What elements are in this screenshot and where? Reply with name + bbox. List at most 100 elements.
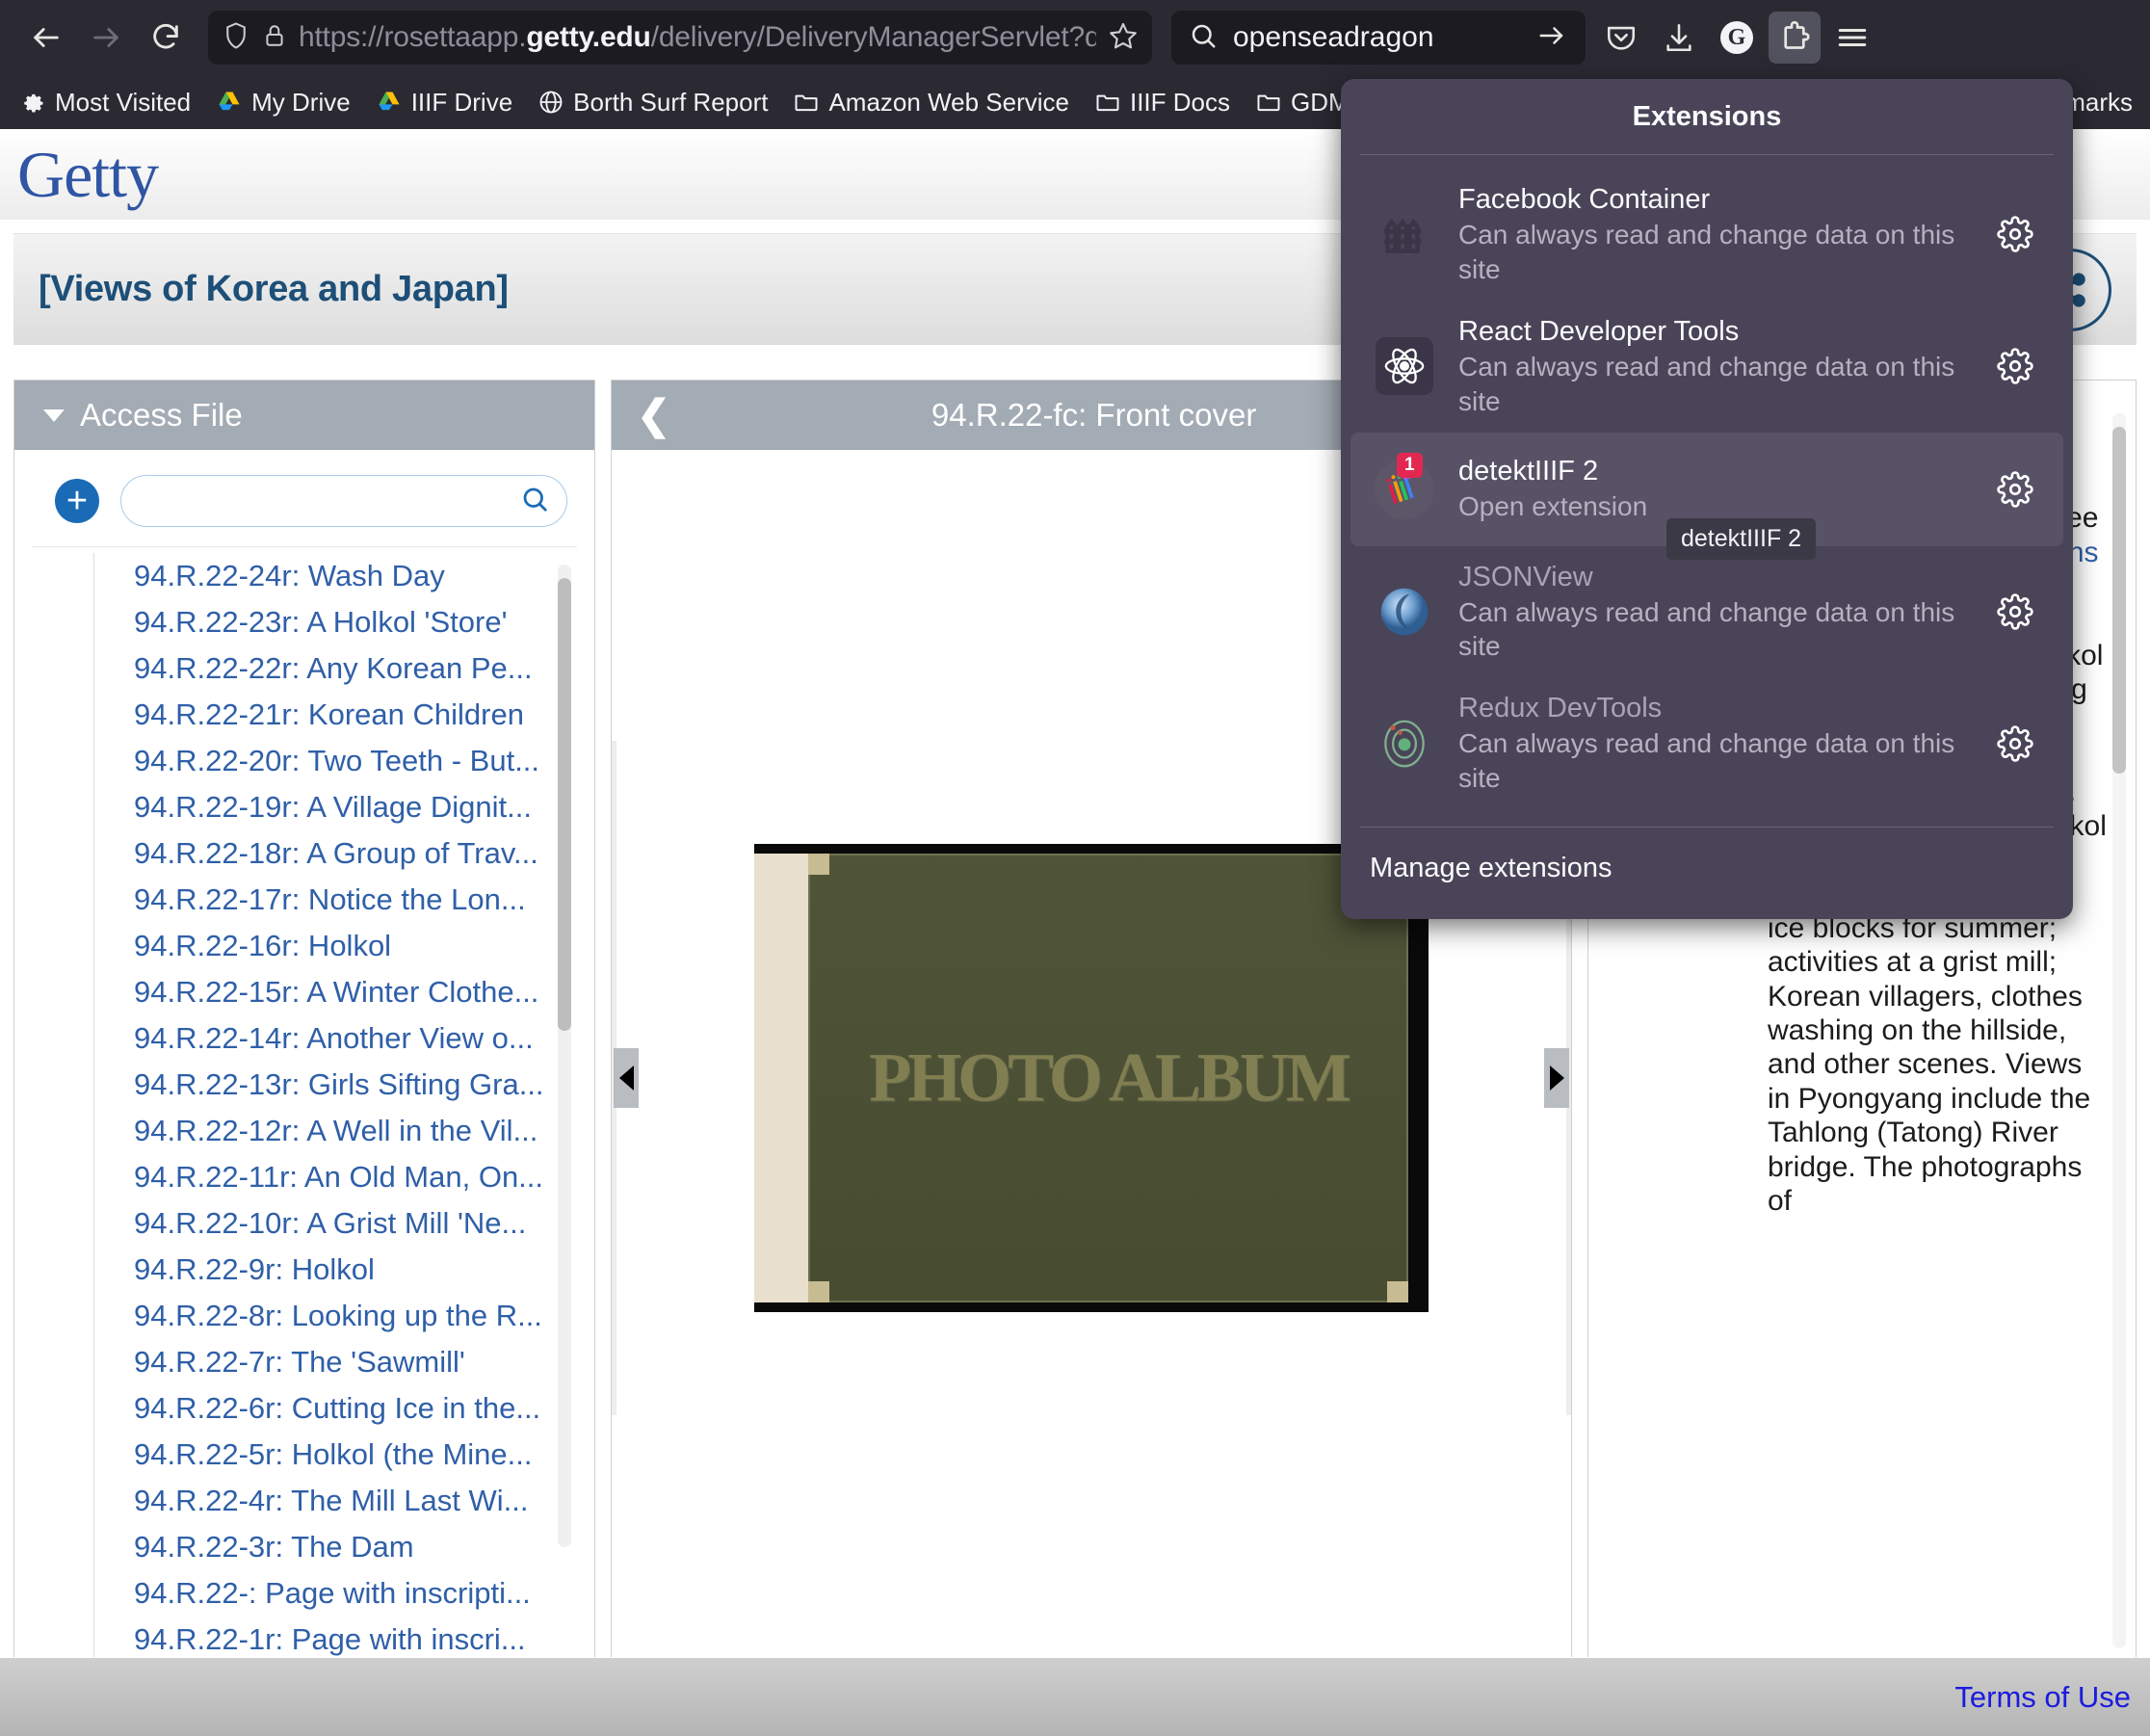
gear-icon [19,89,46,116]
back-button[interactable] [21,13,71,63]
tracking-shield-icon[interactable] [222,21,250,55]
file-list-item[interactable]: 94.R.22-6r: Cutting Ice in the... [32,1385,577,1432]
jsonview-icon [1372,579,1437,644]
search-icon[interactable] [520,485,549,518]
browser-window: https://rosettaapp.getty.edu/delivery/De… [0,0,2150,1736]
file-list-item[interactable]: 94.R.22-10r: A Grist Mill 'Ne... [32,1200,577,1247]
bookmark-amazon-web-service[interactable]: Amazon Web Service [793,88,1069,118]
file-search-input[interactable] [139,486,520,516]
extension-row-redux-orbit[interactable]: Redux DevTools Can always read and change… [1350,677,2063,809]
file-list-item[interactable]: 94.R.22-11r: An Old Man, On... [32,1154,577,1200]
file-list-item[interactable]: 94.R.22-8r: Looking up the R... [32,1293,577,1339]
extension-name: JSONView [1458,561,1593,592]
gear-icon[interactable] [1988,724,2042,762]
page-title: [Views of Korea and Japan] [39,269,509,309]
extension-row-jsonview[interactable]: JSONView Can always read and change data … [1350,546,2063,678]
getty-logo[interactable]: Getty [17,142,159,207]
search-bar[interactable]: openseadragon [1171,11,1586,65]
file-search-input-wrapper[interactable] [120,475,567,527]
hamburger-menu-icon[interactable] [1826,12,1878,64]
file-list-scrollbar-thumb[interactable] [558,578,571,1031]
bookmark-iiif-docs[interactable]: IIIF Docs [1094,88,1230,118]
bookmark-label: Most Visited [55,87,192,117]
file-list-item[interactable]: 94.R.22-3r: The Dam [32,1524,577,1570]
file-list-item[interactable]: 94.R.22-19r: A Village Dignit... [32,784,577,830]
bookmark-label: IIIF Docs [1129,87,1230,117]
file-list-item[interactable]: 94.R.22-20r: Two Teeth - But... [32,738,577,784]
manage-extensions-button[interactable]: Manage extensions [1341,828,2073,909]
file-list-item[interactable]: 94.R.22-22r: Any Korean Pe... [32,645,577,692]
openseadragon-viewer[interactable]: PHOTO ALBUM [754,844,1429,1312]
file-list-item[interactable]: 94.R.22-9r: Holkol [32,1247,577,1293]
extension-description: Can always read and change data on this … [1458,728,1955,794]
album-cover-caption: PHOTO ALBUM [869,1039,1351,1117]
file-list-scrollbar[interactable] [558,565,571,1547]
access-file-title: Access File [80,397,243,433]
extension-name: Redux DevTools [1458,693,1663,724]
file-list[interactable]: 94.R.22-24r: Wash Day 94.R.22-23r: A Holk… [32,546,577,1693]
bookmark-iiif-drive[interactable]: IIIF Drive [376,88,512,118]
file-list-item[interactable]: 94.R.22-18r: A Group of Trav... [32,830,577,877]
access-file-header[interactable]: Access File [14,381,594,450]
metadata-scrollbar-thumb[interactable] [2112,427,2126,774]
add-file-button[interactable]: + [55,479,99,523]
file-search-row: + [14,450,594,546]
lock-icon[interactable] [262,21,287,55]
file-list-item[interactable]: 94.R.22-13r: Girls Sifting Gra... [32,1062,577,1108]
file-list-item[interactable]: 94.R.22-5r: Holkol (the Mine... [32,1432,577,1478]
file-list-item[interactable]: 94.R.22-4r: The Mill Last Wi... [32,1478,577,1524]
file-list-item[interactable]: 94.R.22-17r: Notice the Lon... [32,877,577,923]
extension-name: detektIIIF 2 [1458,456,1599,487]
extensions-puzzle-icon[interactable] [1769,12,1821,64]
file-list-item[interactable]: 94.R.22-12r: A Well in the Vil... [32,1108,577,1154]
reload-button[interactable] [141,13,191,63]
google-drive-icon [216,89,243,116]
extensions-panel-title: Extensions [1632,100,1782,132]
extension-name: React Developer Tools [1458,315,1740,347]
gear-icon[interactable] [1988,216,2042,253]
chevron-down-icon[interactable] [43,408,65,422]
file-list-item[interactable]: 94.R.22-21r: Korean Children [32,692,577,738]
extension-badge: 1 [1397,452,1423,479]
metadata-scrollbar[interactable] [2112,413,2126,1648]
next-image-button[interactable] [1544,1048,1569,1108]
google-drive-icon [376,89,403,116]
file-list-item[interactable]: 94.R.22-15r: A Winter Clothe... [32,969,577,1015]
bookmark-other-bookmarks[interactable]: marks [2064,75,2133,129]
bookmark-borth-surf-report[interactable]: Borth Surf Report [538,88,768,118]
facebook-container-fence-icon [1372,201,1437,267]
file-list-item[interactable]: 94.R.22-16r: Holkol [32,923,577,969]
extension-row-react-atom[interactable]: React Developer Tools Can always read and… [1350,301,2063,433]
terms-of-use-link[interactable]: Terms of Use [1954,1680,2131,1715]
redux-orbit-icon [1372,711,1437,776]
bookmark-my-drive[interactable]: My Drive [216,88,351,118]
gear-icon[interactable] [1988,470,2042,508]
folder-icon [1094,89,1121,116]
extension-body: Redux DevTools Can always read and change… [1458,691,1967,796]
gear-icon[interactable] [1988,593,2042,630]
gear-icon[interactable] [1988,348,2042,384]
folder-icon [793,89,820,116]
file-list-item[interactable]: 94.R.22-1r: Page with inscri... [32,1617,577,1663]
bookmark-most-visited[interactable]: Most Visited [19,88,191,118]
bookmark-star-icon[interactable] [1108,20,1139,56]
file-list-item[interactable]: 94.R.22-14r: Another View o... [32,1015,577,1062]
extension-body: Facebook Container Can always read and ch… [1458,182,1967,287]
extension-description: Can always read and change data on this … [1458,351,1955,416]
forward-button[interactable] [81,13,131,63]
bookmark-label: Amazon Web Service [828,87,1069,117]
previous-image-button[interactable] [614,1048,639,1108]
search-go-arrow-icon[interactable] [1535,21,1568,55]
album-page-edge [754,853,815,1303]
file-list-item[interactable]: 94.R.22-: Page with inscripti... [32,1570,577,1617]
file-list-item[interactable]: 94.R.22-24r: Wash Day [32,553,577,599]
extension-row-facebook-container-fence[interactable]: Facebook Container Can always read and ch… [1350,169,2063,301]
address-bar[interactable]: https://rosettaapp.getty.edu/delivery/De… [208,11,1152,65]
download-icon[interactable] [1653,12,1705,64]
access-file-pane: Access File + 94.R.22-24r: Wash Day 94.R.… [13,380,595,1707]
file-list-item[interactable]: 94.R.22-7r: The 'Sawmill' [32,1339,577,1385]
search-input[interactable]: openseadragon [1233,21,1520,54]
file-list-item[interactable]: 94.R.22-23r: A Holkol 'Store' [32,599,577,645]
pocket-icon[interactable] [1595,12,1647,64]
account-icon[interactable]: G [1711,12,1763,64]
